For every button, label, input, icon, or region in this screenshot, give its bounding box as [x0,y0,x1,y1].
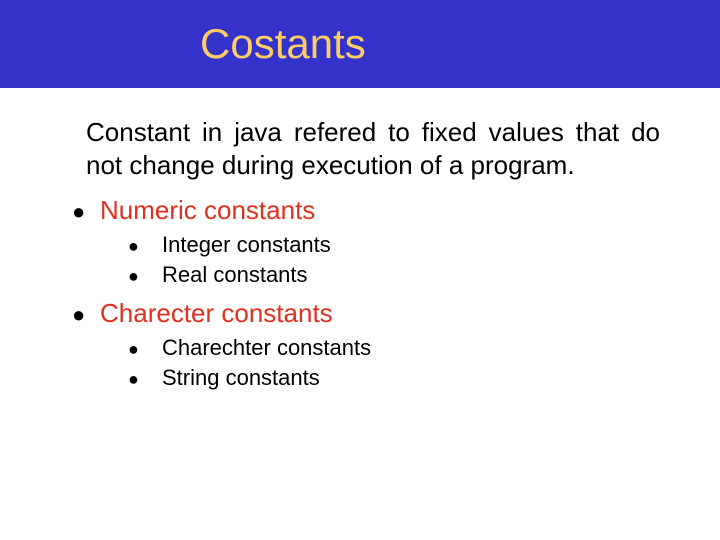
list-item: ● Integer constants [128,232,660,258]
section-heading-character: ● Charecter constants [72,298,660,329]
list-item: ● Real constants [128,262,660,288]
bullet-icon: ● [128,339,162,360]
section-heading-numeric: ● Numeric constants [72,195,660,226]
item-label: Integer constants [162,232,331,258]
title-bar: Costants [0,0,720,88]
bullet-icon: ● [128,266,162,287]
bullet-icon: ● [72,199,100,225]
section-label: Charecter constants [100,298,333,329]
list-item: ● String constants [128,365,660,391]
item-label: String constants [162,365,320,391]
bullet-icon: ● [128,369,162,390]
bullet-icon: ● [72,302,100,328]
item-label: Real constants [162,262,308,288]
section-items-character: ● Charechter constants ● String constant… [72,335,660,391]
bullet-icon: ● [128,236,162,257]
slide-body: Constant in java refered to fixed values… [0,88,720,391]
item-label: Charechter constants [162,335,371,361]
slide: Costants Constant in java refered to fix… [0,0,720,540]
list-item: ● Charechter constants [128,335,660,361]
section-label: Numeric constants [100,195,315,226]
section-items-numeric: ● Integer constants ● Real constants [72,232,660,288]
intro-text: Constant in java refered to fixed values… [72,116,660,181]
slide-title: Costants [200,20,366,68]
